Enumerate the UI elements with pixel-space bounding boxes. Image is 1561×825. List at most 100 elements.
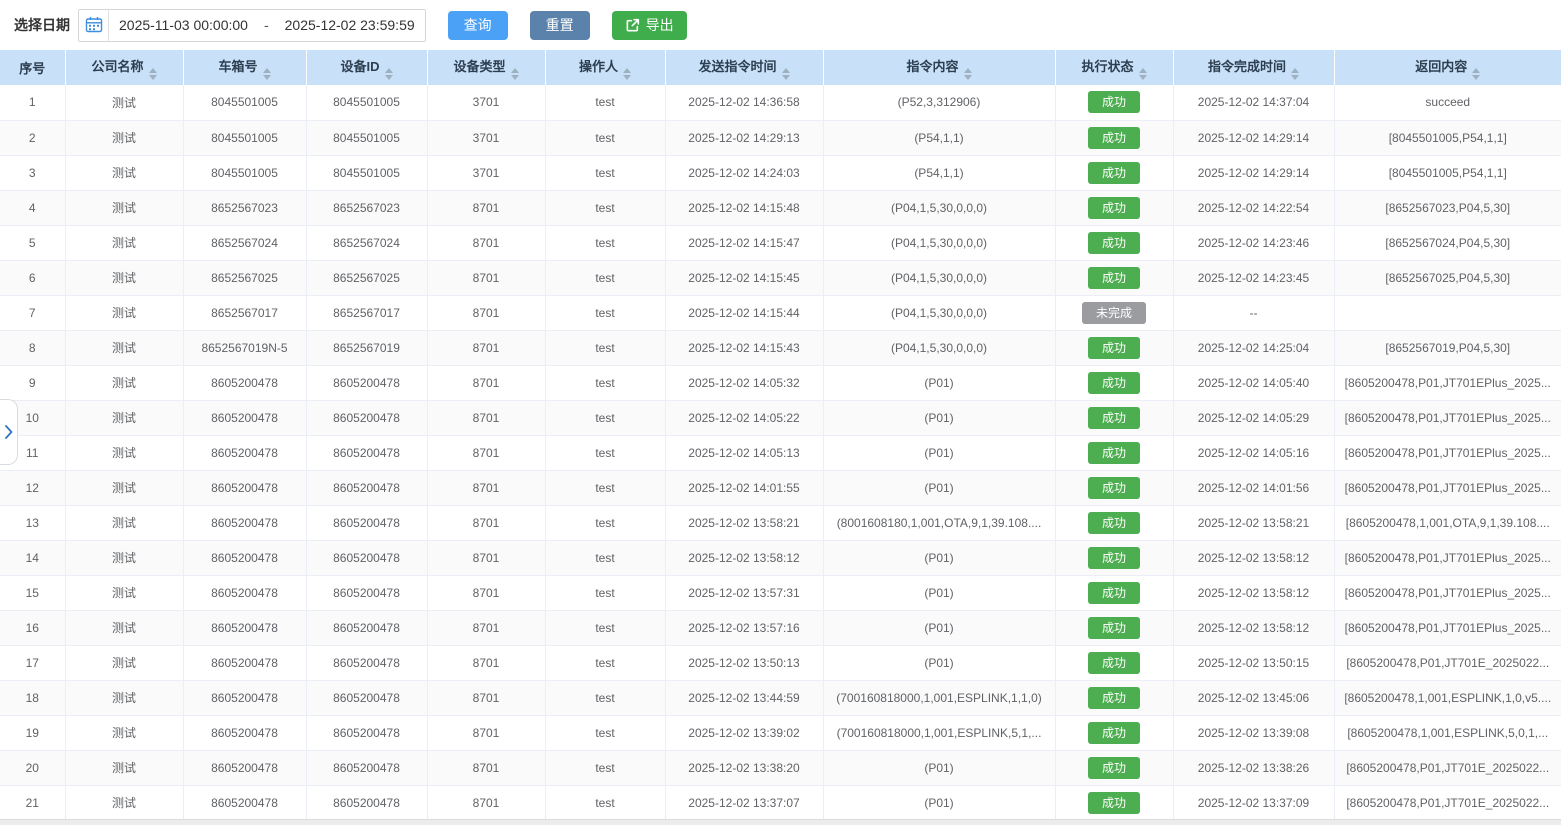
query-button[interactable]: 查询 xyxy=(448,11,508,40)
cell-operator: test xyxy=(545,365,665,400)
sort-icon[interactable] xyxy=(1472,68,1480,80)
table-row: 7测试865256701786525670178701test2025-12-0… xyxy=(0,295,1561,330)
cell-device_id: 8605200478 xyxy=(306,540,427,575)
column-header-command[interactable]: 指令内容 xyxy=(823,50,1055,85)
cell-status: 成功 xyxy=(1055,540,1173,575)
cell-index: 18 xyxy=(0,680,65,715)
cell-device_type: 8701 xyxy=(427,330,545,365)
cell-command: (P01) xyxy=(823,645,1055,680)
cell-send_time: 2025-12-02 13:38:20 xyxy=(665,750,823,785)
cell-device_id: 8652567025 xyxy=(306,260,427,295)
calendar-icon[interactable] xyxy=(79,10,109,41)
cell-vehicle: 8605200478 xyxy=(183,645,306,680)
cell-finish_time: 2025-12-02 14:05:40 xyxy=(1173,365,1334,400)
table-row: 17测试860520047886052004788701test2025-12-… xyxy=(0,645,1561,680)
cell-device_id: 8652567019 xyxy=(306,330,427,365)
cell-device_id: 8605200478 xyxy=(306,575,427,610)
cell-finish_time: 2025-12-02 14:23:46 xyxy=(1173,225,1334,260)
sort-icon[interactable] xyxy=(1291,68,1299,80)
cell-company: 测试 xyxy=(65,470,183,505)
cell-operator: test xyxy=(545,540,665,575)
status-badge: 成功 xyxy=(1088,757,1140,779)
column-header-company[interactable]: 公司名称 xyxy=(65,50,183,85)
sort-icon[interactable] xyxy=(263,68,271,80)
cell-command: (P04,1,5,30,0,0,0) xyxy=(823,295,1055,330)
column-header-label: 执行状态 xyxy=(1081,59,1133,74)
cell-status: 成功 xyxy=(1055,435,1173,470)
cell-command: (P04,1,5,30,0,0,0) xyxy=(823,260,1055,295)
cell-send_time: 2025-12-02 14:01:55 xyxy=(665,470,823,505)
table-row: 9测试860520047886052004788701test2025-12-0… xyxy=(0,365,1561,400)
cell-company: 测试 xyxy=(65,750,183,785)
cell-finish_time: -- xyxy=(1173,295,1334,330)
cell-command: (P01) xyxy=(823,610,1055,645)
horizontal-scrollbar[interactable] xyxy=(0,819,1561,825)
column-header-device_type[interactable]: 设备类型 xyxy=(427,50,545,85)
cell-send_time: 2025-12-02 14:15:48 xyxy=(665,190,823,225)
table-row: 1测试804550100580455010053701test2025-12-0… xyxy=(0,85,1561,120)
sort-icon[interactable] xyxy=(782,68,790,80)
cell-command: (P04,1,5,30,0,0,0) xyxy=(823,190,1055,225)
cell-status: 成功 xyxy=(1055,680,1173,715)
date-range-input[interactable]: 2025-11-03 00:00:00 - 2025-12-02 23:59:5… xyxy=(109,10,425,41)
cell-device_type: 8701 xyxy=(427,645,545,680)
sort-icon[interactable] xyxy=(1139,68,1147,80)
cell-company: 测试 xyxy=(65,610,183,645)
cell-command: (P01) xyxy=(823,365,1055,400)
column-header-status[interactable]: 执行状态 xyxy=(1055,50,1173,85)
cell-command: (P04,1,5,30,0,0,0) xyxy=(823,330,1055,365)
cell-index: 20 xyxy=(0,750,65,785)
cell-send_time: 2025-12-02 14:36:58 xyxy=(665,85,823,120)
date-range-picker[interactable]: 2025-11-03 00:00:00 - 2025-12-02 23:59:5… xyxy=(78,9,426,42)
column-header-vehicle[interactable]: 车箱号 xyxy=(183,50,306,85)
cell-index: 3 xyxy=(0,155,65,190)
sort-icon[interactable] xyxy=(511,68,519,80)
cell-index: 15 xyxy=(0,575,65,610)
status-badge: 成功 xyxy=(1088,337,1140,359)
sort-icon[interactable] xyxy=(623,68,631,80)
column-header-label: 车箱号 xyxy=(218,59,257,74)
status-badge: 成功 xyxy=(1088,652,1140,674)
cell-operator: test xyxy=(545,750,665,785)
cell-operator: test xyxy=(545,190,665,225)
reset-button[interactable]: 重置 xyxy=(530,11,590,40)
cell-send_time: 2025-12-02 14:05:32 xyxy=(665,365,823,400)
cell-send_time: 2025-12-02 14:15:45 xyxy=(665,260,823,295)
cell-command: (P01) xyxy=(823,785,1055,820)
table-row: 3测试804550100580455010053701test2025-12-0… xyxy=(0,155,1561,190)
table-row: 14测试860520047886052004788701test2025-12-… xyxy=(0,540,1561,575)
cell-send_time: 2025-12-02 13:57:16 xyxy=(665,610,823,645)
status-badge: 成功 xyxy=(1088,512,1140,534)
sort-icon[interactable] xyxy=(385,68,393,80)
column-header-device_id[interactable]: 设备ID xyxy=(306,50,427,85)
sort-icon[interactable] xyxy=(964,68,972,80)
cell-response: [8605200478,P01,JT701E_2025022... xyxy=(1334,785,1561,820)
drawer-toggle[interactable] xyxy=(0,399,18,465)
sort-icon[interactable] xyxy=(149,68,157,80)
cell-command: (P04,1,5,30,0,0,0) xyxy=(823,225,1055,260)
cell-command: (P01) xyxy=(823,400,1055,435)
date-filter-label: 选择日期 xyxy=(14,15,70,35)
cell-vehicle: 8605200478 xyxy=(183,715,306,750)
cell-send_time: 2025-12-02 13:44:59 xyxy=(665,680,823,715)
table-row: 16测试860520047886052004788701test2025-12-… xyxy=(0,610,1561,645)
column-header-operator[interactable]: 操作人 xyxy=(545,50,665,85)
cell-command: (P52,3,312906) xyxy=(823,85,1055,120)
export-button[interactable]: 导出 xyxy=(612,11,687,40)
cell-finish_time: 2025-12-02 14:01:56 xyxy=(1173,470,1334,505)
cell-response: [8605200478,P01,JT701EPlus_2025... xyxy=(1334,470,1561,505)
column-header-response[interactable]: 返回内容 xyxy=(1334,50,1561,85)
cell-finish_time: 2025-12-02 14:22:54 xyxy=(1173,190,1334,225)
cell-status: 成功 xyxy=(1055,155,1173,190)
table-row: 13测试860520047886052004788701test2025-12-… xyxy=(0,505,1561,540)
column-header-finish_time[interactable]: 指令完成时间 xyxy=(1173,50,1334,85)
cell-index: 5 xyxy=(0,225,65,260)
cell-status: 成功 xyxy=(1055,750,1173,785)
cell-status: 成功 xyxy=(1055,120,1173,155)
column-header-label: 返回内容 xyxy=(1415,59,1467,74)
cell-command: (700160818000,1,001,ESPLINK,1,1,0) xyxy=(823,680,1055,715)
column-header-send_time[interactable]: 发送指令时间 xyxy=(665,50,823,85)
table-row: 15测试860520047886052004788701test2025-12-… xyxy=(0,575,1561,610)
cell-company: 测试 xyxy=(65,295,183,330)
cell-index: 6 xyxy=(0,260,65,295)
